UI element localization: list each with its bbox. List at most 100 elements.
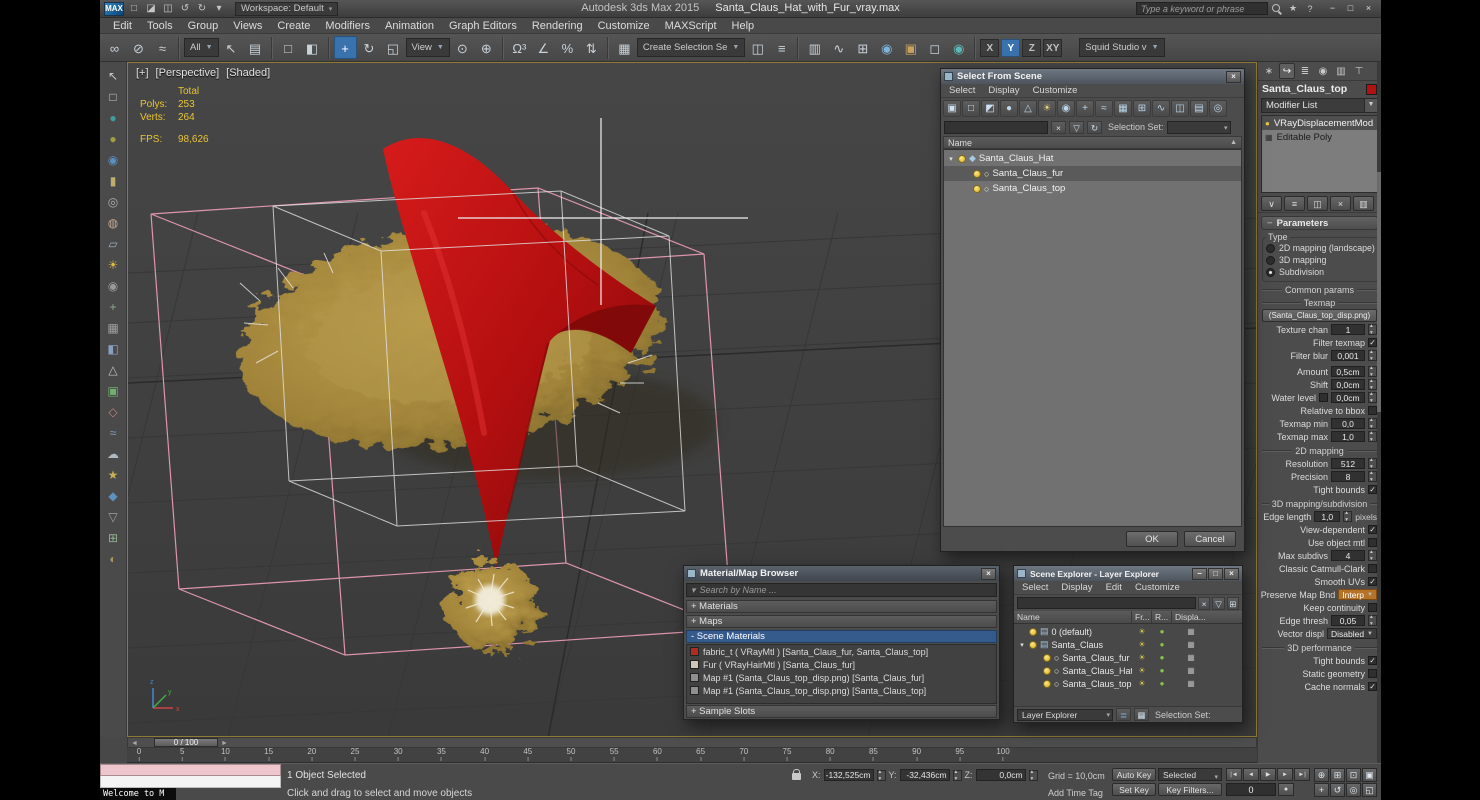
viewport-menu-shading[interactable]: [Shaded]	[226, 67, 270, 79]
close-button[interactable]: ×	[1360, 2, 1377, 16]
menu-item[interactable]: Customize	[591, 18, 657, 34]
display-geometry-icon[interactable]: ●	[1000, 99, 1018, 117]
box-green-icon[interactable]: ▣	[102, 381, 124, 401]
menu-item[interactable]: Customize	[1027, 84, 1084, 98]
percent-snap-icon[interactable]: %	[556, 36, 579, 59]
auto-key-button[interactable]: Auto Key	[1112, 768, 1156, 781]
menu-item[interactable]: Edit	[1100, 581, 1128, 595]
zoom-region-icon[interactable]: ▣	[1362, 768, 1377, 782]
patch-icon[interactable]: ⊞	[102, 528, 124, 548]
material-fur[interactable]: Fur ( VRayHairMtl ) [Santa_Claus_fur]	[687, 658, 996, 671]
command-panel-scrollbar[interactable]	[1377, 62, 1381, 763]
help-search-input[interactable]	[1136, 2, 1268, 15]
selection-lock-icon[interactable]	[792, 769, 801, 780]
maxscript-mini-listener-macro[interactable]	[100, 764, 281, 776]
maps-rollup[interactable]: + Maps	[686, 615, 997, 628]
precision-input[interactable]: 8	[1331, 471, 1365, 482]
display-helpers-icon[interactable]: +	[1076, 99, 1094, 117]
menu-item[interactable]: Create	[270, 18, 317, 34]
display-spacewarps-icon[interactable]: ≈	[1095, 99, 1113, 117]
add-time-tag[interactable]: Add Time Tag	[1048, 788, 1103, 798]
half-sphere-icon[interactable]: ◐	[102, 549, 124, 569]
zoom-extents-icon[interactable]: ⊡	[1346, 768, 1361, 782]
modify-tab-icon[interactable]: ↪	[1279, 63, 1295, 79]
spinner[interactable]	[1368, 417, 1377, 430]
favorites-icon[interactable]: ★	[1286, 3, 1300, 14]
select-object-icon[interactable]: ↖	[220, 36, 243, 59]
spinner[interactable]	[1368, 365, 1377, 378]
render-setup-icon[interactable]: ▣	[899, 36, 922, 59]
select-cursor-icon[interactable]: ↖	[102, 66, 124, 86]
column-display[interactable]: Displa...	[1172, 611, 1242, 623]
go-to-start-button[interactable]: |◄	[1226, 768, 1242, 781]
texture-chan-input[interactable]: 1	[1331, 324, 1365, 335]
viewport-menu-general[interactable]: [+]	[136, 67, 149, 79]
field-of-view-icon[interactable]: ◎	[1346, 783, 1361, 797]
expand-icon[interactable]: ▾	[1018, 641, 1026, 649]
menu-item[interactable]: Customize	[1129, 581, 1186, 595]
axis-xy-button[interactable]: XY	[1043, 38, 1063, 57]
configure-modifier-sets-button[interactable]: ▥	[1353, 196, 1374, 211]
maximize-viewport-icon[interactable]: ◱	[1362, 783, 1377, 797]
use-object-mtl-checkbox[interactable]	[1368, 538, 1377, 547]
3dsmax-logo-icon[interactable]: MAX	[104, 1, 124, 16]
spinner[interactable]	[1368, 457, 1377, 470]
static-geometry-checkbox[interactable]	[1368, 669, 1377, 678]
new-scene-icon[interactable]: □	[126, 2, 142, 16]
preserve-map-bnd-dropdown[interactable]: Interp ▼	[1338, 589, 1377, 600]
menu-item[interactable]: Group	[181, 18, 226, 34]
clear-search-icon[interactable]: ×	[1051, 120, 1066, 134]
keep-continuity-checkbox[interactable]	[1368, 603, 1377, 612]
dialog-title-bar[interactable]: Scene Explorer - Layer Explorer − □ ×	[1014, 566, 1242, 581]
wave-icon[interactable]: ≈	[102, 423, 124, 443]
zoom-all-icon[interactable]: ⊞	[1330, 768, 1345, 782]
z-coordinate-field[interactable]: 0,0cm	[975, 769, 1026, 781]
project-folder-icon[interactable]: ▾	[211, 2, 227, 16]
water-level-input[interactable]: 0,0cm	[1331, 392, 1365, 403]
stack-item-vraydisplacementmod[interactable]: ● VRayDisplacementMod	[1262, 116, 1377, 130]
stack-item-editable-poly[interactable]: ▦ Editable Poly	[1262, 130, 1377, 144]
sets-icon[interactable]: ▦	[1134, 708, 1149, 721]
time-slider[interactable]: ◄ 0 / 100 ►	[127, 737, 1257, 748]
tree-row-santa-claus-hat[interactable]: ▾ ◆ Santa_Claus_Hat	[944, 151, 1241, 166]
align-icon[interactable]: ≡	[770, 36, 793, 59]
spinner[interactable]	[1368, 323, 1377, 336]
radio-3d-mapping[interactable]: 3D mapping	[1266, 254, 1375, 266]
frozen-state-icon[interactable]: ☀	[1132, 666, 1152, 675]
menu-item[interactable]: Select	[943, 84, 981, 98]
shift-input[interactable]: 0,0cm	[1331, 379, 1365, 390]
vector-displ-dropdown[interactable]: Disabled ▼	[1326, 628, 1377, 639]
cone-icon[interactable]: ▽	[102, 507, 124, 527]
time-slider-handle[interactable]: 0 / 100	[154, 738, 218, 747]
maximize-button[interactable]: □	[1208, 567, 1223, 580]
spinner[interactable]	[1368, 391, 1377, 404]
utilities-tab-icon[interactable]: ⊤	[1351, 63, 1367, 79]
menu-item[interactable]: Views	[226, 18, 269, 34]
map-1-santa-claus-top[interactable]: Map #1 (Santa_Claus_top_disp.png) [Santa…	[687, 684, 996, 697]
ok-button[interactable]: OK	[1126, 531, 1178, 547]
material-editor-icon[interactable]: ◉	[875, 36, 898, 59]
plane-icon[interactable]: ▱	[102, 234, 124, 254]
rendered-frame-icon[interactable]: ◻	[923, 36, 946, 59]
sample-slots-rollup[interactable]: + Sample Slots	[686, 705, 997, 718]
pin-stack-button[interactable]: ∨	[1261, 196, 1282, 211]
axis-x-button[interactable]: X	[980, 38, 1000, 57]
teapot-icon[interactable]: ◍	[102, 213, 124, 233]
axis-z-button[interactable]: Z	[1022, 38, 1042, 57]
remove-modifier-button[interactable]: ×	[1330, 196, 1351, 211]
cloud-icon[interactable]: ☁	[102, 444, 124, 464]
edge-length-input[interactable]: 1,0	[1314, 511, 1341, 522]
render-production-icon[interactable]: ◉	[947, 36, 970, 59]
texmap-button[interactable]: (Santa_Claus_top_disp.png)	[1262, 309, 1377, 322]
spinner[interactable]	[1368, 378, 1377, 391]
sync-selection-icon[interactable]: ↻	[1087, 120, 1102, 134]
smooth-uvs-checkbox[interactable]: ✓	[1368, 577, 1377, 586]
object-name-field[interactable]: Santa_Claus_top	[1262, 83, 1362, 95]
minimize-button[interactable]: −	[1324, 2, 1341, 16]
frozen-state-icon[interactable]: ☀	[1132, 679, 1152, 688]
save-file-icon[interactable]: ◫	[160, 2, 176, 16]
menu-item[interactable]: MAXScript	[658, 18, 724, 34]
close-button[interactable]: ×	[1224, 567, 1239, 580]
radio-2d-mapping[interactable]: 2D mapping (landscape)	[1266, 242, 1375, 254]
spinner[interactable]	[1368, 430, 1377, 443]
